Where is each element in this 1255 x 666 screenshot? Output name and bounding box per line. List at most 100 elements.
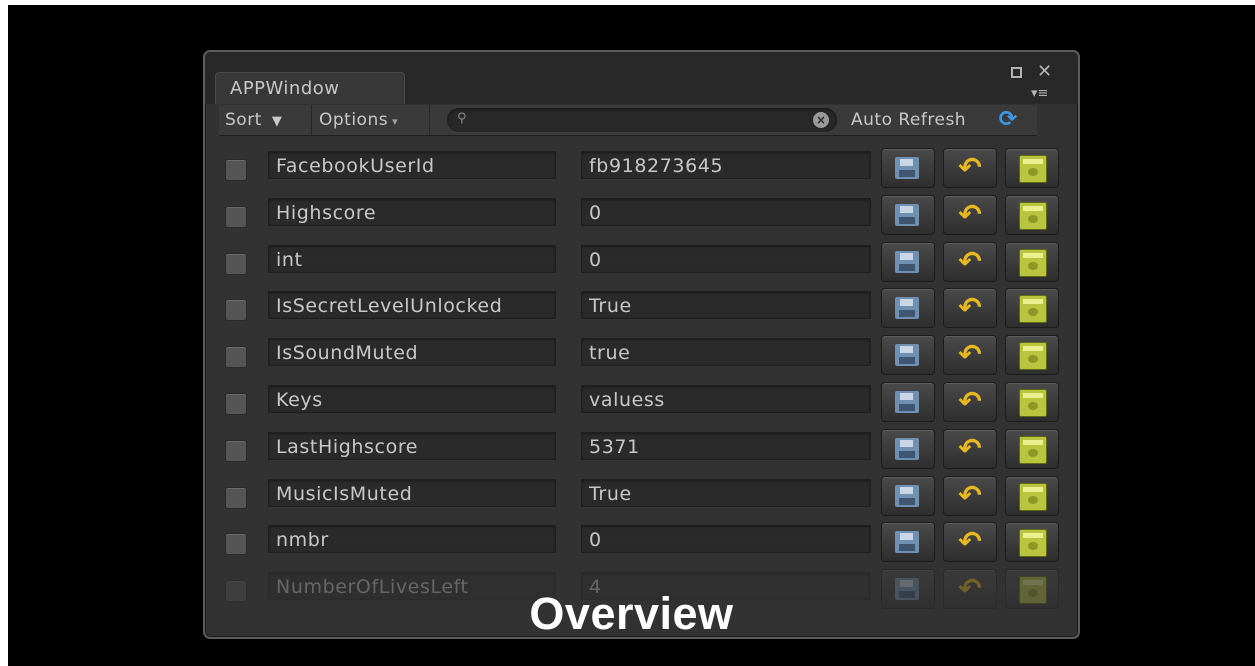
save-button[interactable] [881, 428, 935, 469]
undo-arrow-icon: ↶ [958, 338, 982, 372]
value-field[interactable]: 5371 [581, 431, 871, 460]
delete-button[interactable] [1005, 335, 1059, 376]
row-checkbox[interactable] [225, 252, 247, 275]
video-frame: APPWindow ✕ ▾≡ Sort ▼ Options ▾ ⚲ × Auto R… [8, 5, 1255, 666]
list-item: FacebookUserId fb918273645 ↶ [205, 145, 1078, 192]
video-caption: Overview [529, 588, 734, 639]
trash-icon [1019, 295, 1047, 324]
revert-button[interactable]: ↶ [943, 475, 997, 516]
row-checkbox[interactable] [225, 439, 247, 462]
value-field[interactable]: 0 [581, 197, 871, 226]
value-field[interactable]: True [581, 291, 871, 320]
row-checkbox[interactable] [225, 299, 247, 322]
toolbar: Sort ▼ Options ▾ ⚲ × Auto Refresh ⟳ [219, 105, 1037, 136]
refresh-icon[interactable]: ⟳ [997, 109, 1019, 131]
key-field[interactable]: FacebookUserId [268, 151, 556, 179]
undo-arrow-icon: ↶ [958, 151, 982, 184]
key-field[interactable]: IsSecretLevelUnlocked [268, 291, 556, 320]
window-tab[interactable]: APPWindow [215, 72, 405, 104]
save-button[interactable] [881, 382, 935, 422]
floppy-disk-icon [895, 344, 919, 367]
trash-icon [1019, 529, 1047, 558]
options-dropdown[interactable]: Options ▾ [319, 105, 430, 135]
revert-button[interactable]: ↶ [943, 288, 997, 329]
undo-arrow-icon: ↶ [958, 244, 982, 278]
undo-arrow-icon: ↶ [958, 197, 982, 231]
delete-button[interactable] [1005, 382, 1059, 422]
revert-button[interactable]: ↶ [943, 194, 997, 235]
menu-icon[interactable]: ▾≡ [1031, 86, 1048, 101]
save-button[interactable] [881, 288, 935, 329]
key-field[interactable]: MusicIsMuted [268, 478, 556, 507]
list-item: IsSecretLevelUnlocked True ↶ [205, 285, 1078, 332]
key-field[interactable]: nmbr [268, 525, 556, 554]
row-checkbox[interactable] [225, 393, 247, 415]
row-checkbox[interactable] [225, 486, 247, 509]
value-field[interactable]: 0 [581, 244, 871, 273]
key-field[interactable]: Highscore [268, 197, 556, 226]
delete-button[interactable] [1005, 475, 1059, 516]
save-button[interactable] [881, 148, 935, 188]
key-field[interactable]: IsSoundMuted [268, 338, 556, 367]
search-box[interactable]: ⚲ × [447, 108, 837, 132]
floppy-disk-icon [895, 157, 919, 179]
revert-button[interactable]: ↶ [943, 428, 997, 469]
trash-icon [1019, 201, 1047, 230]
save-button[interactable] [881, 475, 935, 516]
save-button[interactable] [881, 522, 935, 563]
delete-button[interactable] [1005, 428, 1059, 469]
delete-button[interactable] [1005, 241, 1059, 282]
floppy-disk-icon [895, 484, 919, 507]
title-bar: APPWindow ✕ ▾≡ [205, 52, 1078, 104]
delete-button[interactable] [1005, 522, 1059, 563]
revert-button[interactable]: ↶ [943, 148, 997, 188]
search-icon[interactable]: ⚲ [457, 108, 467, 130]
save-button[interactable] [881, 194, 935, 235]
clear-search-icon[interactable]: × [813, 112, 829, 128]
close-icon[interactable]: ✕ [1037, 61, 1052, 82]
delete-button[interactable] [1005, 288, 1059, 329]
maximize-icon[interactable] [1011, 67, 1022, 78]
floppy-disk-icon [895, 391, 919, 413]
sort-arrow-icon: ▼ [271, 114, 283, 129]
row-checkbox[interactable] [225, 205, 247, 228]
list-item: nmbr 0 ↶ [205, 519, 1078, 566]
row-checkbox[interactable] [225, 159, 247, 181]
undo-arrow-icon: ↶ [958, 525, 982, 559]
trash-icon [1019, 155, 1047, 183]
key-field[interactable]: int [268, 244, 556, 273]
trash-icon [1019, 389, 1047, 417]
value-field[interactable]: 0 [581, 525, 871, 554]
value-field[interactable]: fb918273645 [581, 151, 871, 179]
save-button[interactable] [881, 335, 935, 376]
revert-button[interactable]: ↶ [943, 382, 997, 422]
list-item: IsSoundMuted true ↶ [205, 332, 1078, 379]
row-checkbox[interactable] [225, 533, 247, 556]
sort-label: Sort [225, 110, 262, 130]
key-field[interactable]: LastHighscore [268, 431, 556, 460]
floppy-disk-icon [895, 297, 919, 320]
undo-arrow-icon: ↶ [958, 431, 982, 465]
trash-icon [1019, 435, 1047, 464]
auto-refresh-toggle[interactable]: Auto Refresh [851, 105, 966, 135]
value-field[interactable]: True [581, 478, 871, 507]
value-field[interactable]: true [581, 338, 871, 367]
key-field[interactable]: Keys [268, 385, 556, 413]
save-button[interactable] [881, 241, 935, 282]
row-checkbox[interactable] [225, 346, 247, 369]
undo-arrow-icon: ↶ [958, 291, 982, 325]
value-field[interactable]: valuess [581, 385, 871, 413]
list-item: int 0 ↶ [205, 239, 1078, 286]
revert-button[interactable]: ↶ [943, 241, 997, 282]
search-input[interactable] [481, 110, 805, 132]
list-item: LastHighscore 5371 ↶ [205, 426, 1078, 473]
revert-button[interactable]: ↶ [943, 335, 997, 376]
revert-button[interactable]: ↶ [943, 522, 997, 563]
trash-icon [1019, 482, 1047, 511]
floppy-disk-icon [895, 203, 919, 226]
sort-button[interactable]: Sort ▼ [225, 105, 312, 135]
trash-icon [1019, 248, 1047, 277]
delete-button[interactable] [1005, 194, 1059, 235]
delete-button[interactable] [1005, 148, 1059, 188]
undo-arrow-icon: ↶ [958, 385, 982, 418]
